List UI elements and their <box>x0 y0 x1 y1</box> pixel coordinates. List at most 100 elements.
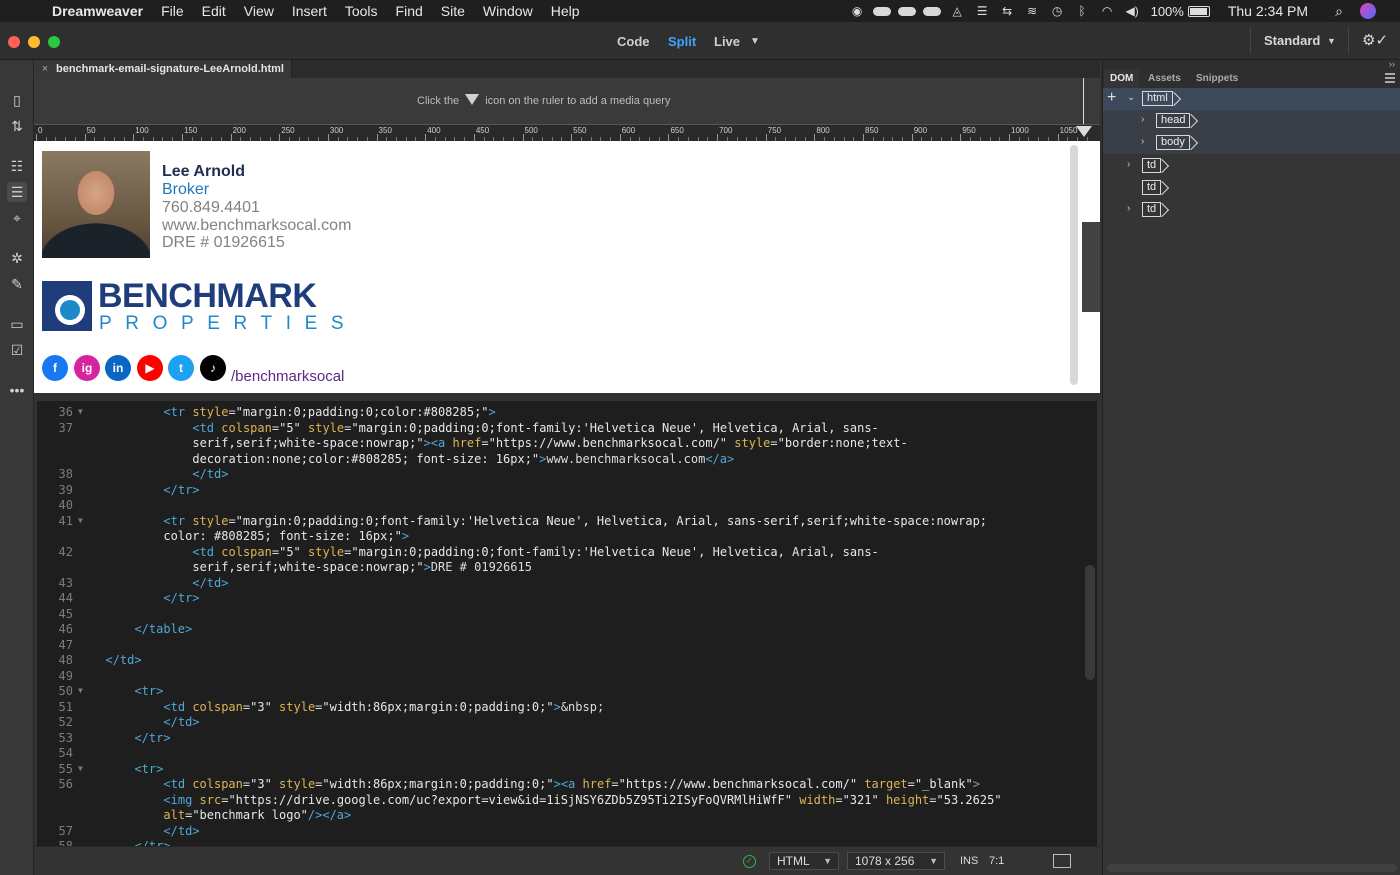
code-line[interactable]: 54 <box>37 745 1097 761</box>
code-line[interactable]: alt="benchmark logo"/></a> <box>37 807 1097 823</box>
code-line[interactable]: 51 <td colspan="3" style="width:86px;marg… <box>37 699 1097 715</box>
menu-extra-icon[interactable]: ≋ <box>1020 4 1044 18</box>
preview-device-icon[interactable] <box>1053 854 1071 868</box>
chevron-down-icon[interactable]: ⌄ <box>1127 92 1135 103</box>
benchmark-logo[interactable]: BENCHMARK PROPERTIES <box>42 277 362 334</box>
inspect-icon[interactable]: ⌖ <box>7 208 27 228</box>
menu-help[interactable]: Help <box>542 3 589 19</box>
dom-tag-html[interactable]: html <box>1142 91 1173 106</box>
open-document-icon[interactable]: ▯ <box>7 90 27 110</box>
cloud-icon[interactable] <box>870 4 894 18</box>
menu-edit[interactable]: Edit <box>193 3 235 19</box>
code-line[interactable]: 57 </td> <box>37 823 1097 839</box>
dom-node-body[interactable]: › body <box>1103 132 1400 154</box>
dom-node-head[interactable]: › head <box>1103 110 1400 132</box>
code-line[interactable]: 40 <box>37 497 1097 513</box>
insert-mode[interactable]: INS <box>960 855 978 867</box>
time-machine-icon[interactable]: ◷ <box>1045 4 1069 18</box>
tab-assets[interactable]: Assets <box>1148 70 1181 88</box>
ruler-viewport-handle[interactable] <box>1076 126 1092 137</box>
tiktok-icon[interactable]: ♪ <box>200 355 226 381</box>
comment-icon[interactable]: ▭ <box>7 314 27 334</box>
code-line[interactable]: serif,serif;white-space:nowrap;">DRE # 0… <box>37 559 1097 575</box>
code-line[interactable]: 44 </tr> <box>37 590 1097 606</box>
validate-icon[interactable]: ☑ <box>7 340 27 360</box>
fold-toggle-icon[interactable]: ▼ <box>78 761 83 777</box>
add-element-icon[interactable]: + <box>1107 89 1116 107</box>
workspace-dropdown-icon[interactable]: ▼ <box>1327 36 1336 46</box>
code-line[interactable]: 50 ▼ <tr> <box>37 683 1097 699</box>
format-brush-icon[interactable]: ✎ <box>7 274 27 294</box>
fold-toggle-icon[interactable]: ▼ <box>78 404 83 420</box>
live-view-button[interactable]: Live <box>714 34 740 49</box>
code-line[interactable]: 53 </tr> <box>37 730 1097 746</box>
menu-insert[interactable]: Insert <box>283 3 336 19</box>
dom-node-td[interactable]: › td <box>1103 199 1400 221</box>
code-line[interactable]: 49 <box>37 668 1097 684</box>
twitter-icon[interactable]: t <box>168 355 194 381</box>
panel-menu-icon[interactable] <box>1385 73 1395 83</box>
dom-node-td[interactable]: › td <box>1103 155 1400 177</box>
code-line[interactable]: color: #808285; font-size: 16px;"> <box>37 528 1097 544</box>
file-transfer-icon[interactable]: ⇅ <box>7 116 27 136</box>
code-view-pane[interactable]: 36 ▼ <tr style="margin:0;padding:0;color:#… <box>37 401 1097 846</box>
code-line[interactable]: 46 </table> <box>37 621 1097 637</box>
code-line[interactable]: <img src="https://drive.google.com/uc?ex… <box>37 792 1097 808</box>
cloud-icon[interactable] <box>895 4 919 18</box>
drive-icon[interactable]: ◬ <box>945 4 969 18</box>
chevron-right-icon[interactable]: › <box>1127 159 1130 170</box>
code-line[interactable]: 42 <td colspan="5" style="margin:0;paddin… <box>37 544 1097 560</box>
chevron-right-icon[interactable]: › <box>1141 136 1144 147</box>
split-view-button[interactable]: Split <box>668 34 696 49</box>
code-line[interactable]: decoration:none;color:#808285; font-size… <box>37 451 1097 467</box>
battery-icon[interactable] <box>1187 5 1210 17</box>
menu-extra-icon[interactable]: ☰ <box>970 4 994 18</box>
menu-extra-icon[interactable]: ⇆ <box>995 4 1019 18</box>
code-line[interactable]: 47 <box>37 637 1097 653</box>
youtube-icon[interactable]: ▶ <box>137 355 163 381</box>
code-line[interactable]: 43 </td> <box>37 575 1097 591</box>
live-view-dropdown-icon[interactable]: ▼ <box>750 36 760 47</box>
panel-horizontal-scrollbar[interactable] <box>1107 864 1397 872</box>
dom-tag-td[interactable]: td <box>1142 180 1162 195</box>
document-list-icon[interactable]: ☷ <box>7 156 27 176</box>
dom-tag-body[interactable]: body <box>1156 135 1190 150</box>
signature-website-link[interactable]: www.benchmarksocal.com <box>162 217 351 235</box>
chevron-right-icon[interactable]: › <box>1141 114 1144 125</box>
live-view-pane[interactable]: Lee Arnold Broker 760.849.4401 www.bench… <box>34 141 1100 393</box>
cloud-icon[interactable] <box>920 4 944 18</box>
dom-tag-td[interactable]: td <box>1142 158 1162 173</box>
menu-window[interactable]: Window <box>474 3 542 19</box>
dom-tag-head[interactable]: head <box>1156 113 1191 128</box>
code-view-button[interactable]: Code <box>617 34 650 49</box>
zoom-window-button[interactable] <box>48 36 60 48</box>
media-query-bar[interactable]: Click the icon on the ruler to add a medi… <box>34 78 1100 126</box>
code-hints-icon[interactable]: ✲ <box>7 248 27 268</box>
code-line[interactable]: serif,serif;white-space:nowrap;"><a href… <box>37 435 1097 451</box>
code-line[interactable]: 58 </tr> <box>37 838 1097 846</box>
settings-gear-icon[interactable]: ⚙✓ <box>1362 31 1388 49</box>
chevron-right-icon[interactable]: › <box>1127 203 1130 214</box>
dom-tag-td[interactable]: td <box>1142 202 1162 217</box>
dom-node-td[interactable]: td <box>1103 177 1400 199</box>
linkedin-icon[interactable]: in <box>105 355 131 381</box>
menubar-clock[interactable]: Thu 2:34 PM <box>1220 3 1328 19</box>
menu-tools[interactable]: Tools <box>336 3 387 19</box>
code-line[interactable]: 36 ▼ <tr style="margin:0;padding:0;color:#… <box>37 404 1097 420</box>
code-line[interactable]: 41 ▼ <tr style="margin:0;padding:0;font-fa… <box>37 513 1097 529</box>
code-line[interactable]: 55 ▼ <tr> <box>37 761 1097 777</box>
fold-toggle-icon[interactable]: ▼ <box>78 683 83 699</box>
workspace-switcher[interactable]: Standard <box>1264 33 1320 48</box>
facebook-icon[interactable]: f <box>42 355 68 381</box>
live-view-scrollbar[interactable] <box>1070 145 1078 385</box>
horizontal-ruler[interactable]: 0 50 100 150 200 250 300 350 400 450 500 550 600 650 7… <box>34 124 1100 141</box>
wifi-icon[interactable]: ◠ <box>1095 4 1119 18</box>
social-handle[interactable]: /benchmarksocal <box>231 368 344 385</box>
code-view-scrollbar[interactable] <box>1085 565 1095 680</box>
close-window-button[interactable] <box>8 36 20 48</box>
menu-view[interactable]: View <box>235 3 283 19</box>
volume-icon[interactable]: ◀) <box>1120 4 1144 18</box>
code-line[interactable]: 39 </tr> <box>37 482 1097 498</box>
tab-dom[interactable]: DOM <box>1104 70 1140 88</box>
code-line[interactable]: 52 </td> <box>37 714 1097 730</box>
